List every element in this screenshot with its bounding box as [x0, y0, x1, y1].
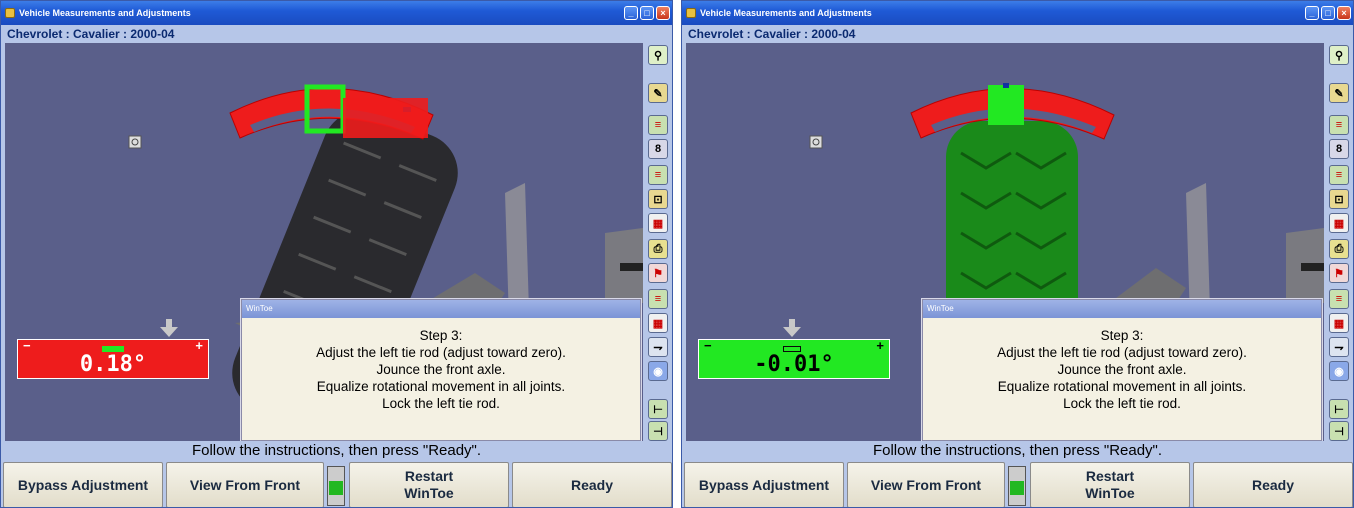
- step-heading: Step 3:: [419, 328, 463, 343]
- restart-wintoe-button[interactable]: Restart WinToe: [1030, 462, 1190, 507]
- print-icon[interactable]: ⎙: [648, 239, 668, 259]
- toe-icon[interactable]: ≡: [648, 165, 668, 185]
- window-title: Vehicle Measurements and Adjustments: [19, 8, 191, 18]
- app-icon: [686, 8, 696, 18]
- wintoe-dialog: WinToe Step 3: Adjust the left tie rod (…: [922, 299, 1322, 441]
- flag-icon[interactable]: ⚑: [1329, 263, 1349, 283]
- instruction-text: Follow the instructions, then press "Rea…: [872, 442, 1163, 459]
- toe-gauge-arc: [229, 84, 434, 140]
- restart-wintoe-button[interactable]: Restart WinToe: [349, 462, 509, 507]
- car-side-icon[interactable]: ⇁: [1329, 337, 1349, 357]
- step-line: Lock the left tie rod.: [1063, 396, 1181, 411]
- maximize-button[interactable]: □: [640, 6, 654, 20]
- toe-value: -0.01°: [754, 352, 834, 377]
- 3d-viewport: − + -0.01° WinToe Step 3: Adjust the lef…: [686, 43, 1324, 441]
- level-indicator: [1008, 466, 1026, 506]
- axle-icon[interactable]: ⊢: [1329, 399, 1349, 419]
- side-toolbar: ⚲ ✎ ≡ 8 ≡ ⊡ ▦ ⎙ ⚑ ≡ ▦ ⇁ ◉ ⊢ ⊣: [1325, 43, 1353, 441]
- caster-icon[interactable]: ≡: [648, 115, 668, 135]
- close-button[interactable]: ×: [1337, 6, 1351, 20]
- dialog-title: WinToe: [242, 300, 640, 318]
- checkered-flag-icon[interactable]: ▦: [1329, 213, 1349, 233]
- dialog-text: Step 3: Adjust the left tie rod (adjust …: [242, 318, 640, 412]
- wrench-icon[interactable]: ✎: [1329, 83, 1349, 103]
- caster-icon-2[interactable]: ≡: [648, 289, 668, 309]
- axle-2-icon[interactable]: ⊣: [648, 421, 668, 441]
- level-indicator: [327, 466, 345, 506]
- 3d-viewport: − + 0.18° WinToe Step 3: Adjust the left…: [5, 43, 643, 441]
- axle-icon[interactable]: ⊢: [648, 399, 668, 419]
- flag-icon[interactable]: ⚑: [648, 263, 668, 283]
- step-line: Adjust the left tie rod (adjust toward z…: [316, 345, 566, 360]
- toe-value: 0.18°: [79, 352, 147, 377]
- pointer-stem: [166, 319, 172, 327]
- dialog-title: WinToe: [923, 300, 1321, 318]
- alignment-window-left: Vehicle Measurements and Adjustments _ □…: [0, 0, 673, 508]
- plus-sign: +: [876, 338, 884, 353]
- bypass-adjustment-button[interactable]: Bypass Adjustment: [684, 462, 844, 507]
- ready-button[interactable]: Ready: [512, 462, 672, 507]
- minus-sign: −: [704, 338, 712, 353]
- button-bar: Bypass Adjustment View From Front Restar…: [682, 462, 1353, 507]
- globe-icon[interactable]: ◉: [1329, 361, 1349, 381]
- window-title: Vehicle Measurements and Adjustments: [700, 8, 872, 18]
- car-side-icon[interactable]: ⇁: [648, 337, 668, 357]
- view-from-front-button[interactable]: View From Front: [166, 462, 324, 507]
- target-icon[interactable]: [128, 135, 142, 149]
- pointer-stem: [789, 319, 795, 327]
- alignment-window-right: Vehicle Measurements and Adjustments _ □…: [681, 0, 1354, 508]
- side-toolbar: ⚲ ✎ ≡ 8 ≡ ⊡ ▦ ⎙ ⚑ ≡ ▦ ⇁ ◉ ⊢ ⊣: [644, 43, 672, 441]
- minimize-button[interactable]: _: [624, 6, 638, 20]
- caster-icon[interactable]: ≡: [1329, 115, 1349, 135]
- toe-reading-display: − + 0.18°: [17, 339, 209, 379]
- pointer-arrow-icon: [160, 327, 178, 337]
- camera-target-icon[interactable]: ⚲: [648, 45, 668, 65]
- step-line: Equalize rotational movement in all join…: [997, 379, 1247, 394]
- wintoe-dialog: WinToe Step 3: Adjust the left tie rod (…: [241, 299, 641, 441]
- plus-sign: +: [195, 338, 203, 353]
- title-bar: Vehicle Measurements and Adjustments _ □…: [1, 1, 672, 25]
- pointer-arrow-icon: [783, 327, 801, 337]
- bypass-adjustment-button[interactable]: Bypass Adjustment: [3, 462, 163, 507]
- title-bar: Vehicle Measurements and Adjustments _ □…: [682, 1, 1353, 25]
- dialog-text: Step 3: Adjust the left tie rod (adjust …: [923, 318, 1321, 412]
- axle-2-icon[interactable]: ⊣: [1329, 421, 1349, 441]
- camber-icon[interactable]: 8: [1329, 139, 1349, 159]
- minus-sign: −: [23, 338, 31, 353]
- ready-button[interactable]: Ready: [1193, 462, 1353, 507]
- step-line: Lock the left tie rod.: [382, 396, 500, 411]
- step-heading: Step 3:: [1100, 328, 1144, 343]
- camber-icon[interactable]: 8: [648, 139, 668, 159]
- minimize-button[interactable]: _: [1305, 6, 1319, 20]
- view-from-front-button[interactable]: View From Front: [847, 462, 1005, 507]
- step-line: Equalize rotational movement in all join…: [316, 379, 566, 394]
- step-line: Jounce the front axle.: [1057, 362, 1187, 377]
- steering-icon[interactable]: ⊡: [648, 189, 668, 209]
- vehicle-label: Chevrolet : Cavalier : 2000-04: [1, 25, 672, 43]
- checkered-flag-icon-2[interactable]: ▦: [648, 313, 668, 333]
- app-icon: [5, 8, 15, 18]
- step-line: Adjust the left tie rod (adjust toward z…: [997, 345, 1247, 360]
- steering-icon[interactable]: ⊡: [1329, 189, 1349, 209]
- camera-target-icon[interactable]: ⚲: [1329, 45, 1349, 65]
- close-button[interactable]: ×: [656, 6, 670, 20]
- toe-icon[interactable]: ≡: [1329, 165, 1349, 185]
- button-bar: Bypass Adjustment View From Front Restar…: [1, 462, 672, 507]
- vehicle-label: Chevrolet : Cavalier : 2000-04: [682, 25, 1353, 43]
- wrench-icon[interactable]: ✎: [648, 83, 668, 103]
- step-line: Jounce the front axle.: [376, 362, 506, 377]
- maximize-button[interactable]: □: [1321, 6, 1335, 20]
- caster-icon-2[interactable]: ≡: [1329, 289, 1349, 309]
- checkered-flag-icon[interactable]: ▦: [648, 213, 668, 233]
- globe-icon[interactable]: ◉: [648, 361, 668, 381]
- target-icon[interactable]: [809, 135, 823, 149]
- checkered-flag-icon-2[interactable]: ▦: [1329, 313, 1349, 333]
- print-icon[interactable]: ⎙: [1329, 239, 1349, 259]
- toe-reading-display: − + -0.01°: [698, 339, 890, 379]
- instruction-text: Follow the instructions, then press "Rea…: [191, 442, 482, 459]
